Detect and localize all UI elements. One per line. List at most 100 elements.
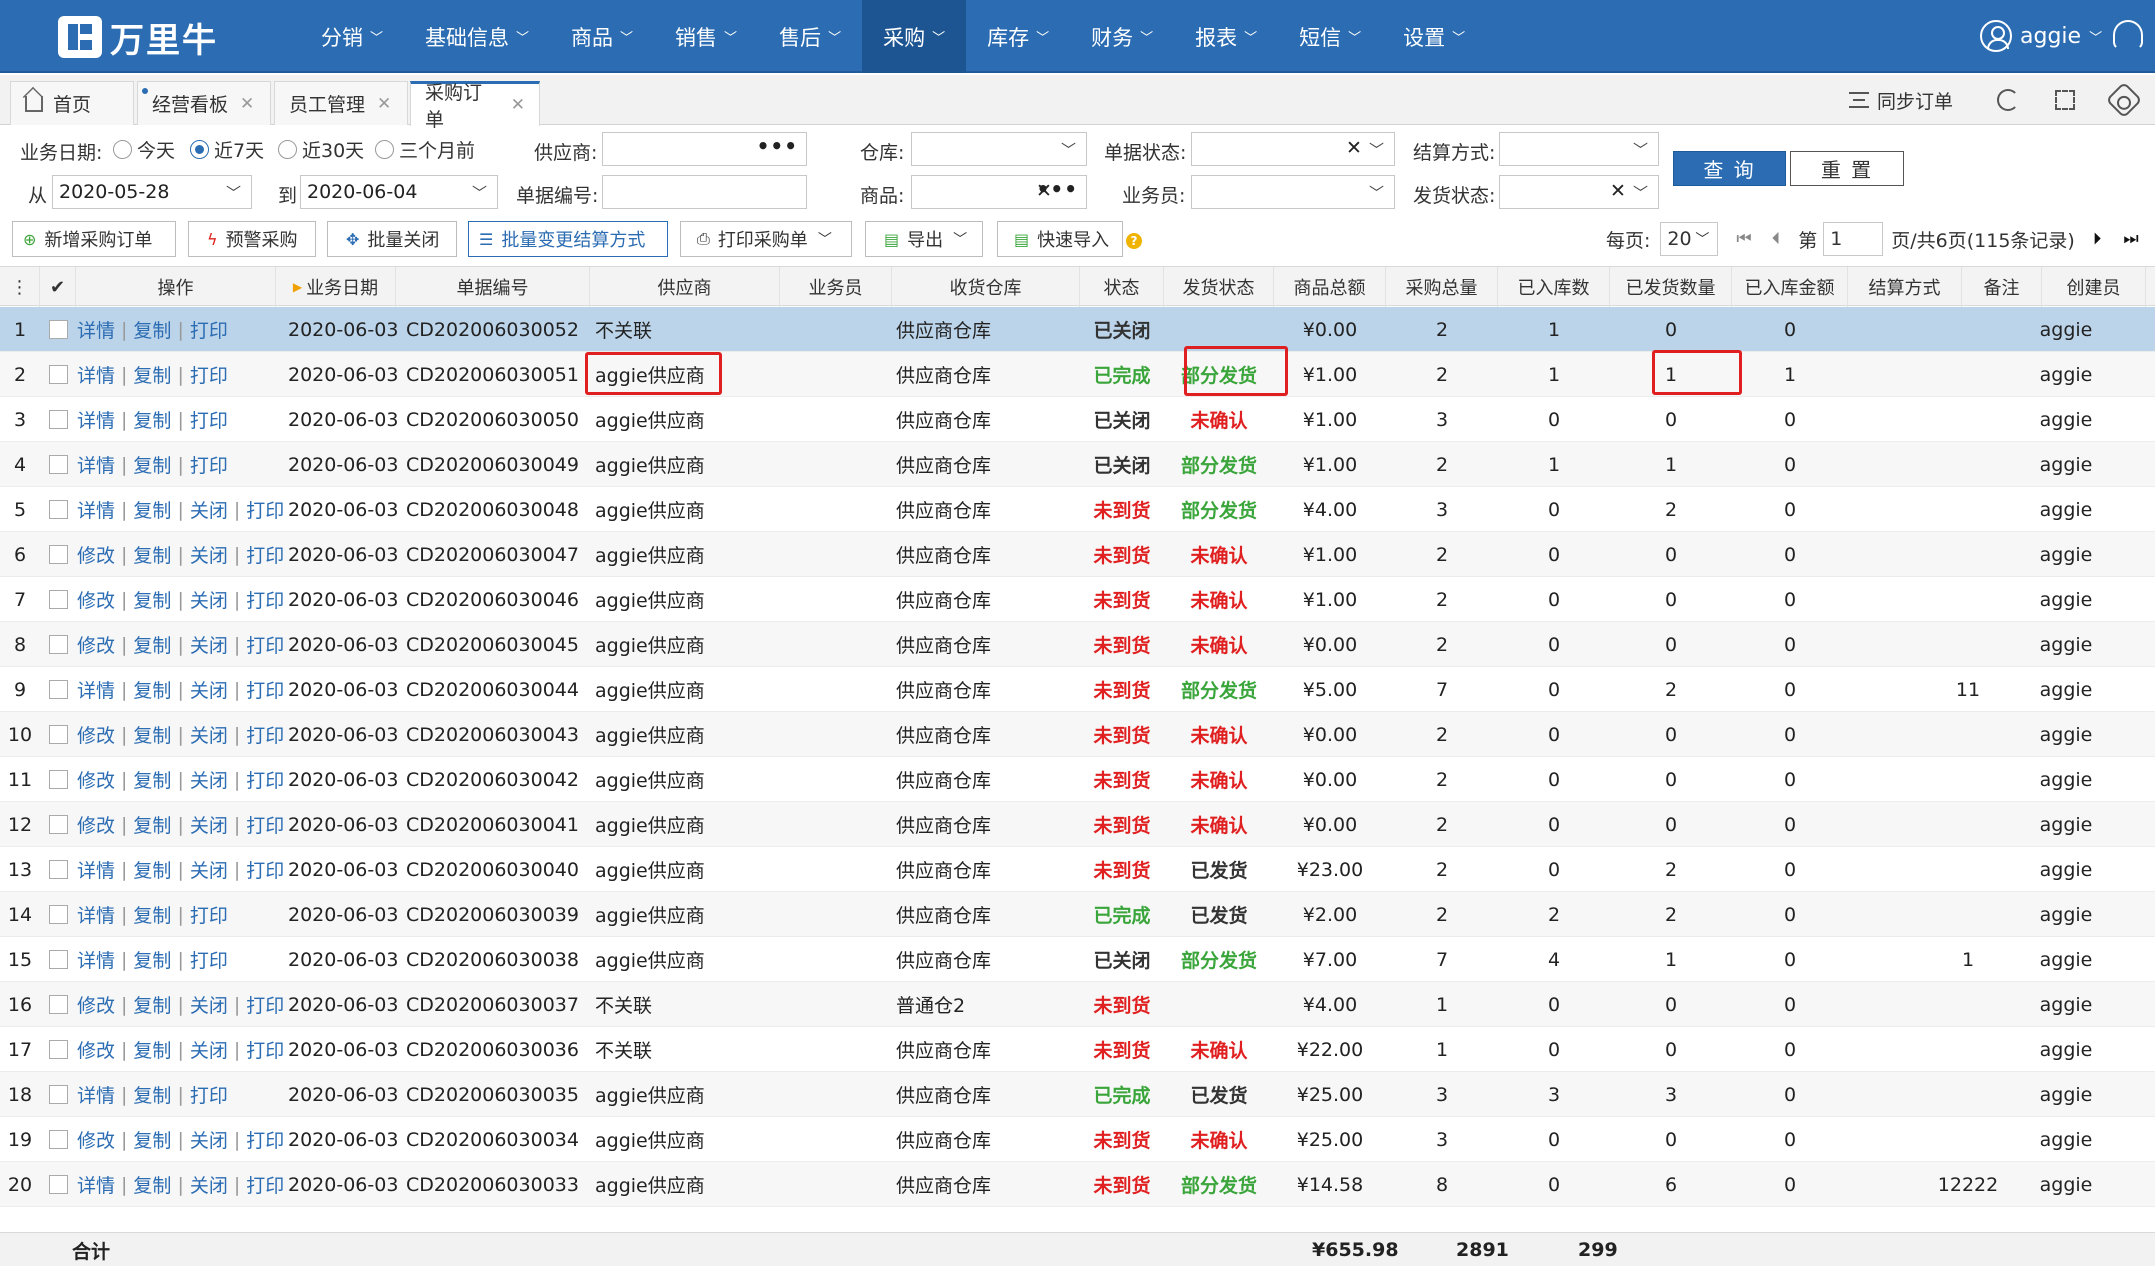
salesman-select[interactable]: ﹀ [1191,175,1395,209]
to-date-field[interactable]: 2020-06-04 ﹀ [300,175,498,209]
nav-item[interactable]: 销售 ﹀ [654,0,758,73]
row-checkbox[interactable] [40,442,76,487]
row-action-link[interactable]: 复制 [133,766,171,793]
row-action-link[interactable]: 复制 [133,361,171,388]
date-option-3months[interactable]: 三个月前 [375,136,475,163]
row-action-link[interactable]: 修改 [77,541,115,568]
table-row[interactable]: 16 修改 | 复制 | 关闭 | 打印 2020-06-03 CD202006030037 不关联… [0,982,2155,1027]
row-checkbox[interactable] [40,1117,76,1162]
tab-home[interactable]: 首页 [10,81,134,125]
close-icon[interactable]: ✕ [377,94,391,114]
row-checkbox[interactable] [40,937,76,982]
row-action-link[interactable]: 打印 [246,586,284,613]
table-row[interactable]: 7 修改 | 复制 | 关闭 | 打印 2020-06-03 CD202006030046 aggi… [0,577,2155,622]
supplier-field[interactable]: ••• [602,132,807,166]
more-icon[interactable]: ••• [1037,177,1078,201]
alert-purchase-button[interactable]: ϟ 预警采购 [188,221,316,257]
row-action-link[interactable]: 修改 [77,991,115,1018]
settings-icon[interactable] [2105,81,2143,119]
row-action-link[interactable]: 复制 [133,721,171,748]
nav-item[interactable]: 短信 ﹀ [1278,0,1382,73]
row-action-link[interactable]: 打印 [246,1171,284,1198]
row-action-link[interactable]: 打印 [190,901,228,928]
settle-select[interactable]: ﹀ [1499,132,1659,166]
batch-close-button[interactable]: ✥ 批量关闭 [327,221,457,257]
nav-item[interactable]: 财务 ﹀ [1070,0,1174,73]
row-action-link[interactable]: 复制 [133,676,171,703]
row-action-link[interactable]: 修改 [77,766,115,793]
row-action-link[interactable]: 关闭 [190,541,228,568]
row-checkbox[interactable] [40,847,76,892]
row-action-link[interactable]: 关闭 [190,1171,228,1198]
table-row[interactable]: 1 详情 | 复制 | 打印 2020-06-03 CD202006030052 不关联 供应商仓… [0,307,2155,352]
batch-settle-button[interactable]: ☰ 批量变更结算方式 [468,221,668,257]
table-row[interactable]: 2 详情 | 复制 | 打印 2020-06-03 CD202006030051 aggie供应… [0,352,2155,397]
table-row[interactable]: 12 修改 | 复制 | 关闭 | 打印 2020-06-03 CD202006030041 agg… [0,802,2155,847]
nav-item[interactable]: 报表 ﹀ [1174,0,1278,73]
table-row[interactable]: 15 详情 | 复制 | 打印 2020-06-03 CD202006030038 aggie供… [0,937,2155,982]
row-action-link[interactable]: 详情 [77,451,115,478]
row-action-link[interactable]: 复制 [133,451,171,478]
row-action-link[interactable]: 详情 [77,856,115,883]
row-action-link[interactable]: 打印 [246,991,284,1018]
print-order-button[interactable]: ⎙ 打印采购单 ﹀ [680,221,852,257]
last-page-icon[interactable]: ⏭ [2123,229,2138,249]
row-action-link[interactable]: 复制 [133,901,171,928]
row-action-link[interactable]: 复制 [133,586,171,613]
refresh-icon[interactable] [1997,89,2019,111]
row-action-link[interactable]: 详情 [77,1081,115,1108]
row-action-link[interactable]: 打印 [246,676,284,703]
row-action-link[interactable]: 详情 [77,496,115,523]
row-action-link[interactable]: 关闭 [190,856,228,883]
row-action-link[interactable]: 打印 [190,361,228,388]
nav-item[interactable]: 商品 ﹀ [550,0,654,73]
table-row[interactable]: 4 详情 | 复制 | 打印 2020-06-03 CD202006030049 aggie供应… [0,442,2155,487]
table-row[interactable]: 5 详情 | 复制 | 关闭 | 打印 2020-06-03 CD202006030048 aggi… [0,487,2155,532]
row-action-link[interactable]: 复制 [133,406,171,433]
row-checkbox[interactable] [40,892,76,937]
user-menu[interactable]: aggie ﹀ [1980,18,2102,54]
nav-item[interactable]: 库存 ﹀ [966,0,1070,73]
nav-item[interactable]: 设置 ﹀ [1382,0,1486,73]
clear-icon[interactable]: ✕ [1610,180,1626,202]
date-option-30days[interactable]: 近30天 [278,136,364,163]
row-checkbox[interactable] [40,532,76,577]
prev-page-icon[interactable]: ⏴ [1772,229,1781,249]
row-checkbox[interactable] [40,757,76,802]
row-checkbox[interactable] [40,352,76,397]
row-action-link[interactable]: 关闭 [190,496,228,523]
row-checkbox[interactable] [40,1162,76,1207]
date-option-today[interactable]: 今天 [113,136,175,163]
table-row[interactable]: 20 详情 | 复制 | 关闭 | 打印 2020-06-03 CD202006030033 agg… [0,1162,2155,1207]
page-input[interactable]: 1 [1823,222,1884,256]
row-action-link[interactable]: 打印 [246,721,284,748]
doc-no-input[interactable] [602,175,807,209]
row-action-link[interactable]: 修改 [77,586,115,613]
row-action-link[interactable]: 打印 [190,451,228,478]
select-all-check-icon[interactable]: ✔ [40,267,76,307]
product-field[interactable]: ✕ ••• [911,175,1087,209]
row-action-link[interactable]: 打印 [246,766,284,793]
row-action-link[interactable]: 修改 [77,1036,115,1063]
row-action-link[interactable]: 复制 [133,856,171,883]
row-action-link[interactable]: 打印 [246,1126,284,1153]
date-option-7days[interactable]: 近7天 [190,136,264,163]
tab-staff[interactable]: 员工管理 ✕ [274,81,408,125]
row-checkbox[interactable] [40,1072,76,1117]
row-action-link[interactable]: 复制 [133,811,171,838]
table-row[interactable]: 14 详情 | 复制 | 打印 2020-06-03 CD202006030039 aggie供… [0,892,2155,937]
row-action-link[interactable]: 复制 [133,1171,171,1198]
table-row[interactable]: 6 修改 | 复制 | 关闭 | 打印 2020-06-03 CD202006030047 aggi… [0,532,2155,577]
row-action-link[interactable]: 打印 [246,496,284,523]
query-button[interactable]: 查 询 [1673,151,1786,186]
row-action-link[interactable]: 打印 [246,1036,284,1063]
row-action-link[interactable]: 详情 [77,901,115,928]
row-action-link[interactable]: 打印 [246,541,284,568]
help-icon[interactable]: ? [1126,233,1142,249]
close-icon[interactable]: ✕ [240,94,254,114]
column-menu-icon[interactable]: ⋮ [0,267,40,307]
row-checkbox[interactable] [40,577,76,622]
nav-item[interactable]: 分销 ﹀ [300,0,404,73]
first-page-icon[interactable]: ⏮ [1736,229,1751,249]
row-action-link[interactable]: 打印 [246,856,284,883]
